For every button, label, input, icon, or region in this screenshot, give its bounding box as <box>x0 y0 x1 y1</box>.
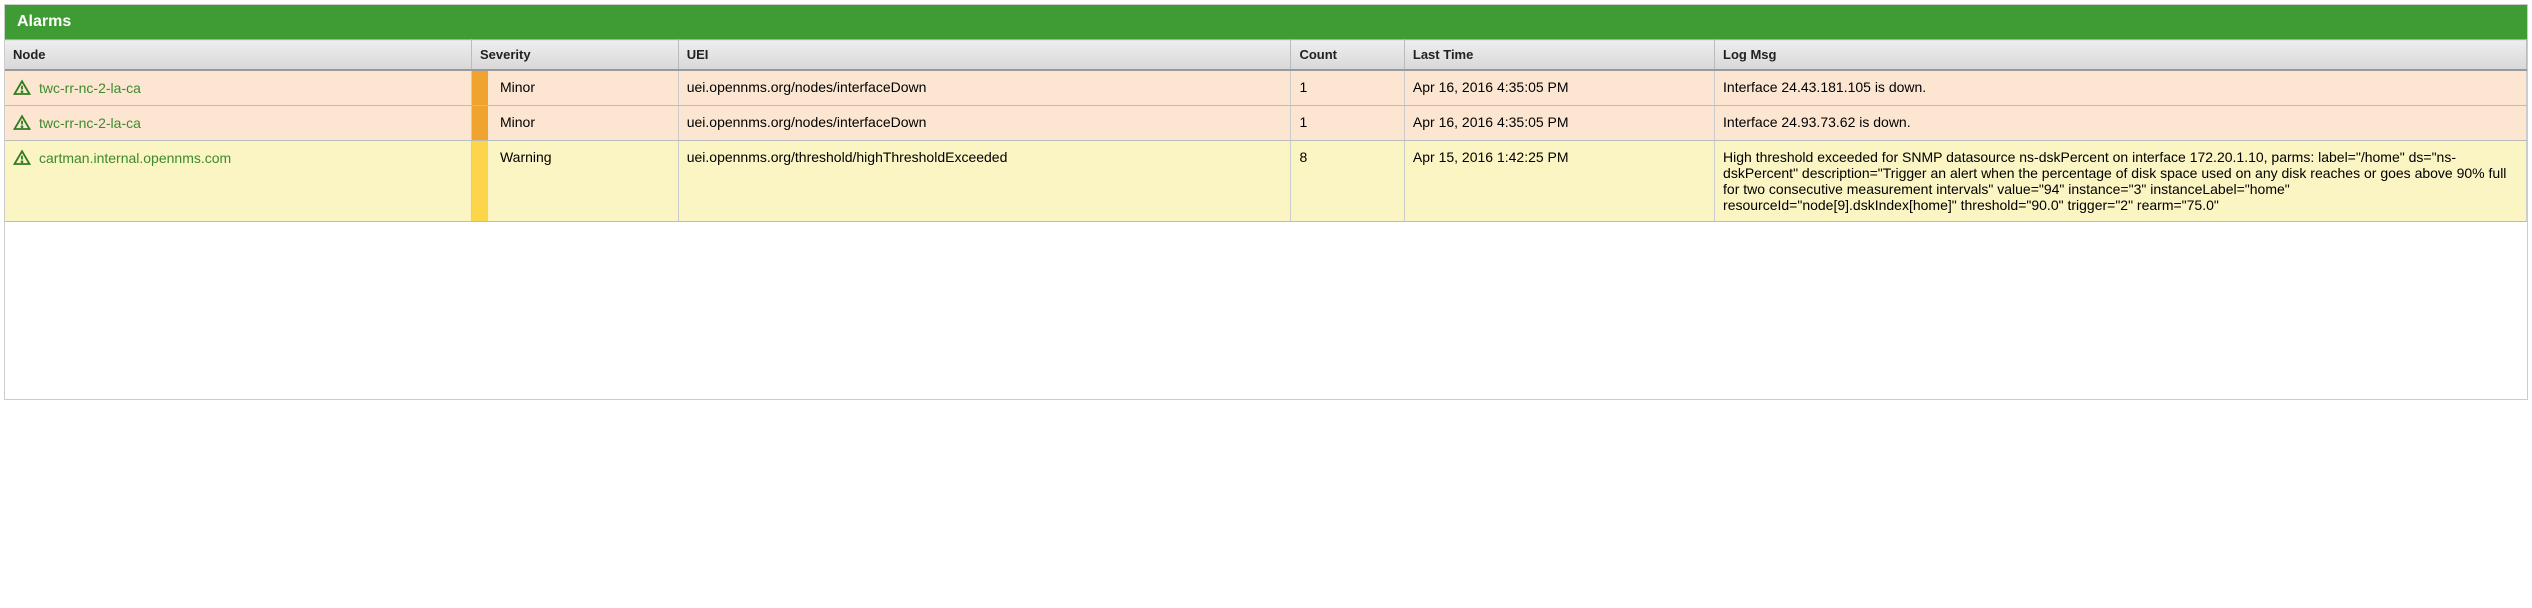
uei-cell: uei.opennms.org/nodes/interfaceDown <box>678 106 1291 141</box>
logmsg-cell: High threshold exceeded for SNMP datasou… <box>1715 141 2527 222</box>
alert-triangle-icon <box>13 149 31 167</box>
panel-body: Node Severity UEI Count Last Time Log Ms… <box>5 39 2527 399</box>
table-body: twc-rr-nc-2-la-ca Minor uei.opennms.org/no… <box>5 70 2527 222</box>
node-cell: twc-rr-nc-2-la-ca <box>5 106 471 141</box>
col-header-severity[interactable]: Severity <box>471 40 678 71</box>
severity-label: Minor <box>500 79 535 95</box>
count-cell: 1 <box>1291 70 1404 106</box>
severity-bar <box>472 106 488 140</box>
col-header-count[interactable]: Count <box>1291 40 1404 71</box>
alarms-table: Node Severity UEI Count Last Time Log Ms… <box>5 39 2527 222</box>
severity-label: Warning <box>500 149 552 165</box>
severity-cell: Minor <box>471 106 678 141</box>
severity-cell: Minor <box>471 70 678 106</box>
lasttime-cell: Apr 15, 2016 1:42:25 PM <box>1404 141 1714 222</box>
col-header-lasttime[interactable]: Last Time <box>1404 40 1714 71</box>
table-row: cartman.internal.opennms.com Warning uei.o… <box>5 141 2527 222</box>
uei-cell: uei.opennms.org/threshold/highThresholdE… <box>678 141 1291 222</box>
lasttime-cell: Apr 16, 2016 4:35:05 PM <box>1404 70 1714 106</box>
col-header-logmsg[interactable]: Log Msg <box>1715 40 2527 71</box>
node-link[interactable]: twc-rr-nc-2-la-ca <box>39 80 141 96</box>
logmsg-cell: Interface 24.93.73.62 is down. <box>1715 106 2527 141</box>
count-cell: 8 <box>1291 141 1404 222</box>
node-cell: twc-rr-nc-2-la-ca <box>5 70 471 106</box>
alert-triangle-icon <box>13 114 31 132</box>
alarms-panel: Alarms Node Severity UEI Count Last Time… <box>4 4 2528 400</box>
table-row: twc-rr-nc-2-la-ca Minor uei.opennms.org/no… <box>5 70 2527 106</box>
col-header-uei[interactable]: UEI <box>678 40 1291 71</box>
severity-label: Minor <box>500 114 535 130</box>
col-header-node[interactable]: Node <box>5 40 471 71</box>
node-link[interactable]: twc-rr-nc-2-la-ca <box>39 115 141 131</box>
alert-triangle-icon <box>13 79 31 97</box>
logmsg-cell: Interface 24.43.181.105 is down. <box>1715 70 2527 106</box>
severity-bar <box>472 71 488 105</box>
node-link[interactable]: cartman.internal.opennms.com <box>39 150 231 166</box>
node-cell: cartman.internal.opennms.com <box>5 141 471 222</box>
panel-title: Alarms <box>5 5 2527 39</box>
table-header-row: Node Severity UEI Count Last Time Log Ms… <box>5 40 2527 71</box>
lasttime-cell: Apr 16, 2016 4:35:05 PM <box>1404 106 1714 141</box>
uei-cell: uei.opennms.org/nodes/interfaceDown <box>678 70 1291 106</box>
count-cell: 1 <box>1291 106 1404 141</box>
severity-cell: Warning <box>471 141 678 222</box>
severity-bar <box>472 141 488 221</box>
table-row: twc-rr-nc-2-la-ca Minor uei.opennms.org/no… <box>5 106 2527 141</box>
